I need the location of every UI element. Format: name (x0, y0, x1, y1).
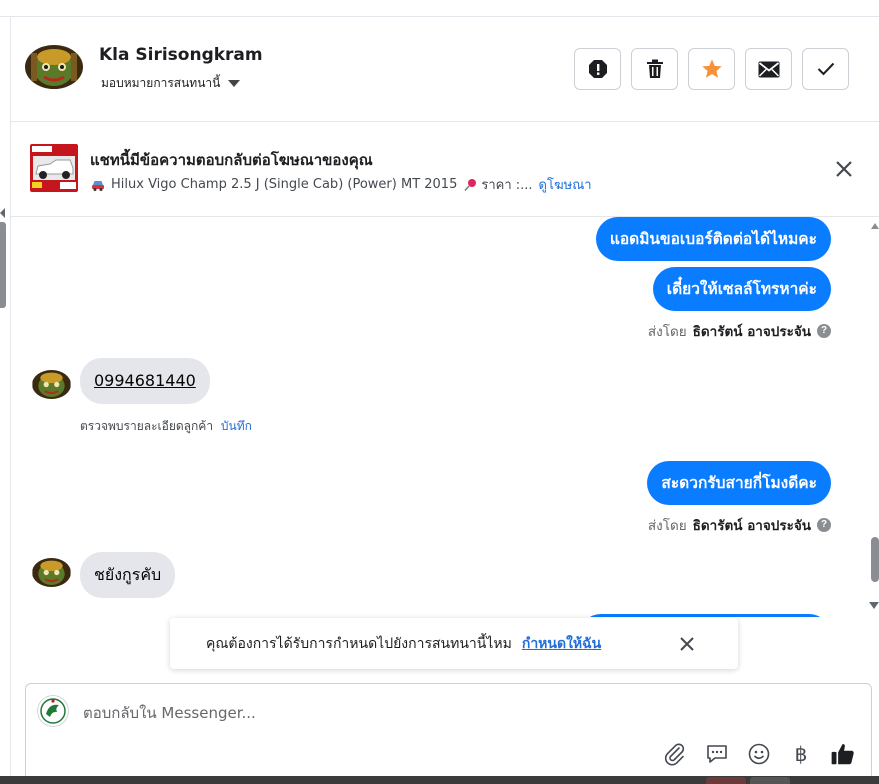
top-strip (0, 0, 879, 17)
assign-prompt-toast: คุณต้องการได้รับการกำหนดไปยังการสนทนานี้… (170, 618, 738, 669)
assign-conversation-dropdown[interactable]: มอบหมายการสนทนานี้ (101, 74, 241, 93)
sent-by-label: ส่งโดย ธิดารัตน์ อาจประจัน ? (648, 320, 831, 342)
star-button[interactable] (688, 48, 735, 90)
assign-to-me-link[interactable]: กำหนดให้ฉัน (522, 633, 601, 655)
taskbar-item[interactable] (750, 777, 790, 784)
baht-icon: ฿ (794, 742, 808, 766)
payment-button[interactable]: ฿ (787, 740, 815, 768)
outgoing-message[interactable]: เดี๋ยวให้เซลล์โทรหาค่ะ (652, 267, 831, 311)
trash-icon (646, 59, 663, 78)
thumbs-up-icon (831, 744, 854, 765)
ad-banner-close-button[interactable] (833, 158, 855, 180)
contact-avatar-small[interactable] (32, 370, 71, 399)
sent-by-prefix: ส่งโดย (647, 518, 687, 534)
close-icon (836, 161, 852, 177)
emoji-button[interactable] (745, 740, 773, 768)
left-scrollbar[interactable] (0, 222, 6, 308)
contact-avatar[interactable] (25, 45, 83, 89)
sender-name: ธิดารัตน์ อาจประจัน (692, 518, 811, 534)
caret-down-icon (228, 80, 241, 87)
checkmark-icon (817, 62, 834, 76)
ad-reply-banner: แชทนี้มีข้อความตอบกลับต่อโฆษณาของคุณ Hil… (11, 122, 879, 217)
chat-scroll-up-arrow[interactable] (871, 223, 879, 229)
ad-thumbnail[interactable] (30, 144, 78, 192)
composer-tools: ฿ (661, 740, 857, 768)
attach-button[interactable] (661, 740, 689, 768)
toast-close-button[interactable] (678, 635, 696, 653)
saved-replies-button[interactable] (703, 740, 731, 768)
car-icon (92, 180, 104, 191)
help-icon[interactable]: ? (817, 518, 831, 532)
close-icon (680, 637, 694, 651)
taskbar-item[interactable] (706, 777, 746, 784)
left-scroll-up-arrow[interactable] (0, 208, 5, 218)
contact-name[interactable]: Kla Sirisongkram (99, 45, 263, 65)
exclamation-octagon-icon (588, 60, 607, 78)
star-icon (701, 59, 722, 78)
view-ad-link[interactable]: ดูโฆษณา (539, 174, 592, 195)
mark-unread-button[interactable] (745, 48, 792, 90)
send-like-button[interactable] (829, 740, 857, 768)
sent-by-label: ส่งโดย ธิดารัตน์ อาจประจัน ? (648, 514, 831, 536)
save-details-link[interactable]: บันทึก (221, 419, 252, 433)
page-avatar (37, 695, 69, 727)
message-thread[interactable]: แอดมินขอเบอร์ติดต่อได้ไหมคะ เดี๋ยวให้เซล… (11, 217, 869, 617)
ad-price: ราคา :... (481, 178, 533, 193)
taskbar-strip (0, 776, 879, 784)
emoji-icon (748, 743, 770, 765)
ad-details: Hilux Vigo Champ 2.5 J (Single Cab) (Pow… (91, 174, 592, 195)
ad-banner-title: แชทนี้มีข้อความตอบกลับต่อโฆษณาของคุณ (90, 151, 373, 169)
message-input[interactable] (83, 701, 643, 725)
assign-label: มอบหมายการสนทนานี้ (101, 76, 221, 90)
customer-details-text: ตรวจพบรายละเอียดลูกค้า (80, 419, 214, 433)
attachment-icon (664, 743, 685, 766)
conversation-header: Kla Sirisongkram มอบหมายการสนทนานี้ (11, 17, 879, 122)
contact-avatar-small[interactable] (32, 558, 71, 587)
help-icon[interactable]: ? (817, 324, 831, 338)
assign-prompt-text: คุณต้องการได้รับการกำหนดไปยังการสนทนานี้… (206, 635, 512, 652)
sent-by-prefix: ส่งโดย (647, 324, 687, 340)
outgoing-message-partial[interactable] (579, 614, 831, 617)
chat-scrollbar[interactable] (871, 537, 879, 582)
customer-details-hint: ตรวจพบรายละเอียดลูกค้า บันทึก (80, 417, 252, 436)
outgoing-message[interactable]: แอดมินขอเบอร์ติดต่อได้ไหมคะ (595, 217, 831, 261)
mark-spam-button[interactable] (574, 48, 621, 90)
reply-composer: ฿ (25, 683, 872, 780)
header-actions (574, 48, 849, 90)
saved-replies-icon (707, 745, 727, 763)
incoming-message-phone[interactable]: 0994681440 (80, 358, 210, 404)
sender-name: ธิดารัตน์ อาจประจัน (692, 324, 811, 340)
mark-done-button[interactable] (802, 48, 849, 90)
pushpin-icon (464, 178, 477, 191)
delete-button[interactable] (631, 48, 678, 90)
incoming-message[interactable]: ชยังกูรคับ (80, 552, 176, 598)
ad-car-name: Hilux Vigo Champ 2.5 J (Single Cab) (Pow… (111, 177, 458, 192)
envelope-icon (758, 61, 779, 77)
chat-scroll-down-arrow[interactable] (869, 602, 879, 609)
outgoing-message[interactable]: สะดวกรับสายกี่โมงดีคะ (647, 461, 831, 505)
